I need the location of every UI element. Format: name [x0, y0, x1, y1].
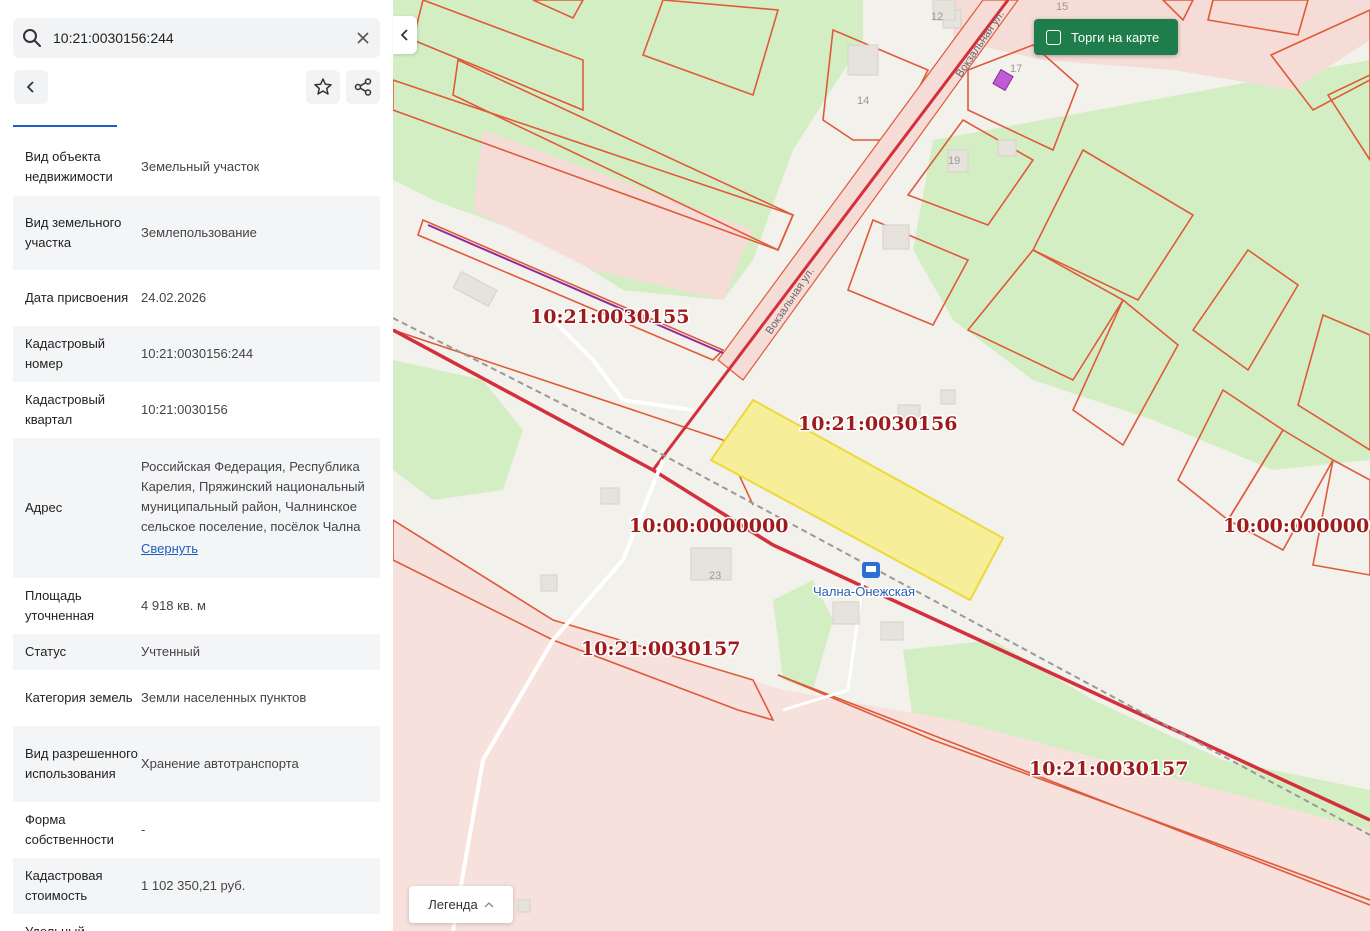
detail-label: Категория земель [25, 690, 133, 705]
house-number: 12 [931, 11, 943, 23]
chevron-left-icon [400, 29, 408, 41]
auctions-label: Торги на карте [1071, 29, 1160, 45]
search-box[interactable]: 10:21:0030156:244 [13, 18, 380, 58]
detail-label: Кадастровая стоимость [25, 868, 103, 903]
house-number: 15 [1056, 1, 1068, 13]
details-list: Вид объекта недвижимости Земельный участ… [13, 138, 380, 931]
close-icon[interactable] [354, 29, 372, 47]
detail-value: Российская Федерация, Республика Карелия… [141, 459, 365, 534]
detail-label: Адрес [25, 500, 63, 515]
detail-row: Категория земель Земли населенных пункто… [13, 670, 380, 726]
star-icon [314, 78, 332, 95]
collapse-link[interactable]: Свернуть [141, 539, 368, 559]
detail-label: Вид объекта недвижимости [25, 149, 113, 184]
detail-label: Дата присвоения [25, 290, 129, 305]
detail-row: Удельный показатель [13, 914, 380, 931]
detail-label: Площадь уточненная [25, 588, 95, 623]
search-input[interactable]: 10:21:0030156:244 [53, 30, 174, 46]
map-view[interactable]: 10:21:0030155 10:21:0030156 10:00:000000… [393, 0, 1370, 931]
detail-value: 10:21:0030156:244 [141, 346, 254, 361]
map-canvas[interactable]: 10:21:0030155 10:21:0030156 10:00:000000… [393, 0, 1370, 931]
detail-value: 24.02.2026 [141, 290, 207, 305]
detail-label: Кадастровый номер [25, 336, 106, 371]
detail-label: Вид земельного участка [25, 215, 122, 250]
detail-row: Статус Учтенный [13, 634, 380, 670]
active-tab-indicator [13, 125, 117, 127]
cadastral-label: 10:21:0030155 [530, 306, 689, 328]
favorite-button[interactable] [306, 70, 340, 104]
detail-value: Земельный участок [141, 159, 260, 174]
share-button[interactable] [346, 70, 380, 104]
station-label: Чална-Онежская [813, 584, 915, 599]
cadastral-label: 10:21:0030157 [1029, 758, 1188, 780]
collapse-panel-button[interactable] [393, 16, 417, 54]
detail-value: Землепользование [141, 225, 257, 240]
detail-row: Форма собственности - [13, 802, 380, 858]
detail-row: Вид разрешенного использования Хранение … [13, 726, 380, 802]
detail-label: Статус [25, 644, 67, 659]
detail-label: Удельный показатель [25, 922, 141, 931]
detail-row-address: Адрес Российская Федерация, Республика К… [13, 438, 380, 578]
detail-row: Кадастровая стоимость 1 102 350,21 руб. [13, 858, 380, 914]
house-number: 14 [857, 95, 869, 107]
cadastral-label: 10:00:0000000 [1223, 515, 1370, 537]
detail-row: Вид земельного участка Землепользование [13, 196, 380, 270]
chevron-up-icon [484, 901, 494, 907]
detail-row: Вид объекта недвижимости Земельный участ… [13, 138, 380, 196]
detail-row: Площадь уточненная 4 918 кв. м [13, 578, 380, 634]
detail-row: Дата присвоения 24.02.2026 [13, 270, 380, 326]
detail-label: Кадастровый квартал [25, 392, 106, 427]
detail-value: 1 102 350,21 руб. [141, 878, 246, 893]
back-button[interactable] [14, 70, 48, 104]
info-panel: 10:21:0030156:244 Вид объекта недвижимос… [0, 0, 393, 931]
detail-value: 10:21:0030156 [141, 402, 228, 417]
detail-row: Кадастровый квартал 10:21:0030156 [13, 382, 380, 438]
detail-row: Кадастровый номер 10:21:0030156:244 [13, 326, 380, 382]
detail-value: Земли населенных пунктов [141, 690, 307, 705]
auctions-toggle[interactable]: Торги на карте [1034, 19, 1178, 55]
detail-label: Вид разрешенного использования [25, 746, 138, 781]
house-number: 23 [709, 570, 721, 582]
chevron-left-icon [26, 81, 34, 93]
house-number: 19 [948, 155, 960, 167]
cadastral-label: 10:21:0030157 [581, 638, 740, 660]
detail-value: 4 918 кв. м [141, 598, 206, 613]
detail-label: Форма собственности [25, 812, 114, 847]
checkbox-icon[interactable] [1046, 29, 1061, 45]
share-icon [354, 78, 372, 96]
house-number: 17 [1010, 63, 1022, 75]
detail-value: Учтенный [141, 644, 201, 659]
cadastral-label: 10:00:0000000 [629, 515, 788, 537]
search-icon [23, 29, 41, 47]
legend-button[interactable]: Легенда [409, 886, 513, 923]
detail-value: Хранение автотранспорта [141, 756, 299, 771]
legend-label: Легенда [428, 897, 478, 912]
cadastral-label: 10:21:0030156 [798, 413, 957, 435]
detail-value: - [141, 822, 146, 837]
